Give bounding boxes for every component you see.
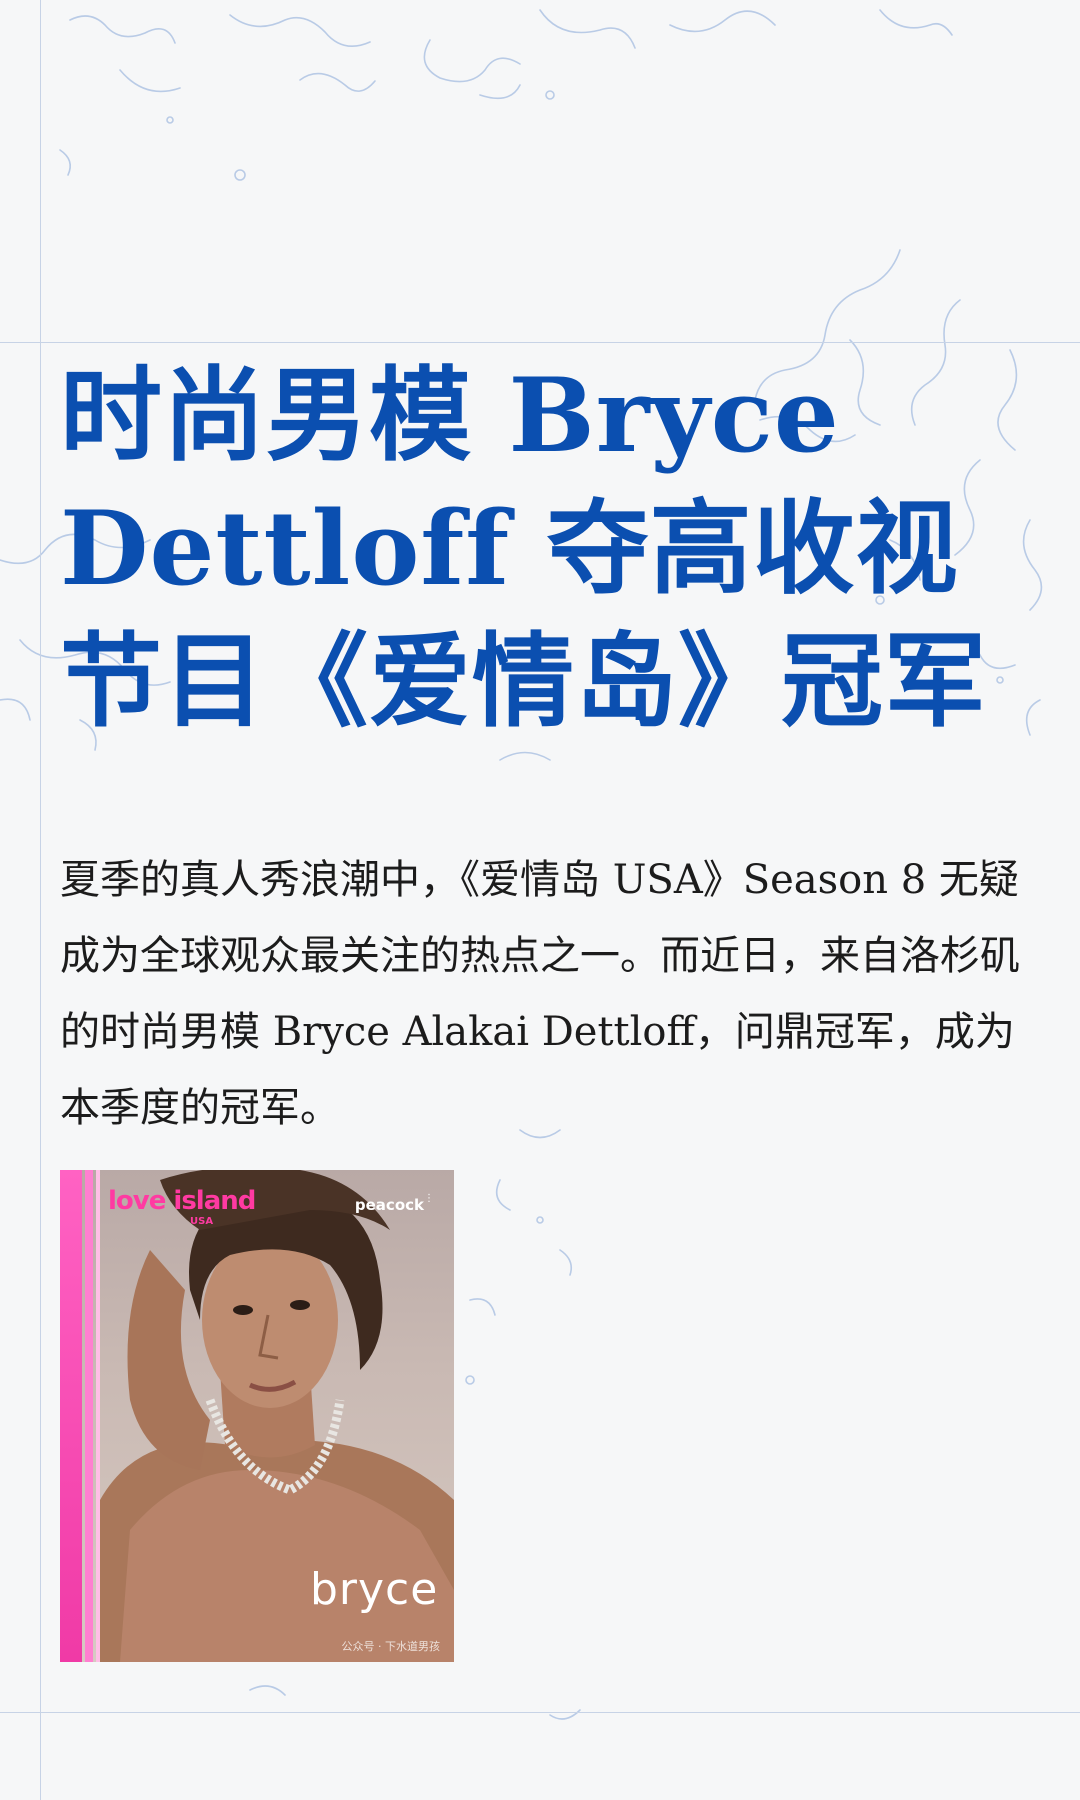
love-island-logo-sub: USA bbox=[190, 1216, 214, 1227]
guide-line-top bbox=[0, 342, 1080, 343]
contestant-name: bryce bbox=[310, 1564, 439, 1615]
love-island-logo: love island bbox=[108, 1186, 256, 1216]
wechat-watermark: 公众号 · 下水道男孩 bbox=[341, 1640, 441, 1653]
guide-line-bottom bbox=[0, 1712, 1080, 1713]
love-island-cover-photo: love island USA peacock ⋮ bryce 公众号 · 下水… bbox=[60, 1170, 454, 1662]
peacock-dots-icon: ⋮ bbox=[424, 1193, 434, 1204]
pink-stripe bbox=[96, 1170, 100, 1662]
article-title: 时尚男模 Bryce Dettloff 夺高收视节目《爱情岛》冠军 bbox=[60, 356, 987, 742]
peacock-logo: peacock bbox=[354, 1196, 424, 1214]
pink-stripe bbox=[60, 1170, 82, 1662]
pink-stripe bbox=[85, 1170, 93, 1662]
guide-line-left bbox=[40, 0, 41, 1800]
article-paragraph: 夏季的真人秀浪潮中，《爱情岛 USA》Season 8 无疑成为全球观众最关注的… bbox=[60, 857, 1020, 1131]
